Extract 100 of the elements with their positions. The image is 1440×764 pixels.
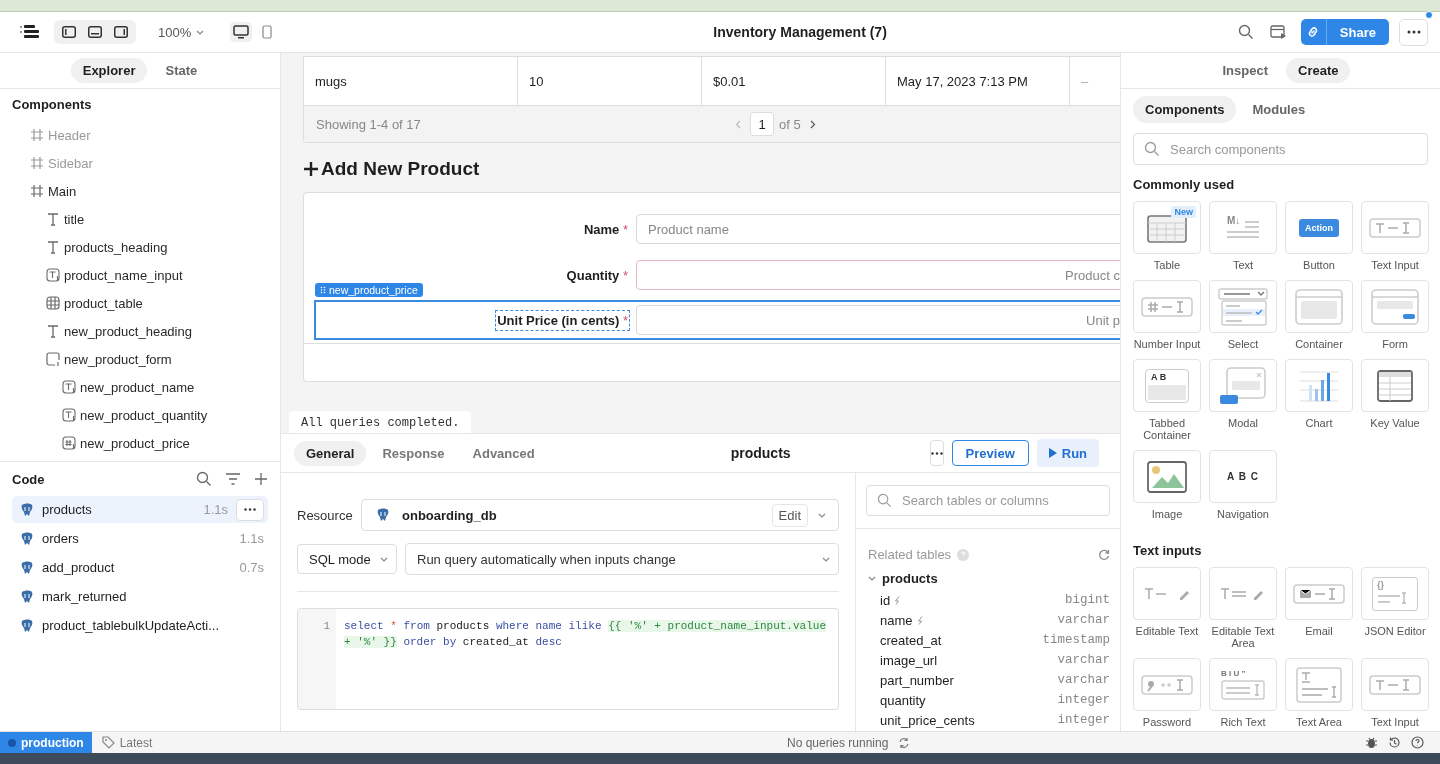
zoom-dropdown[interactable]: 100% (158, 24, 205, 40)
tree-item[interactable]: new_product_price (80, 435, 190, 451)
editor-tab[interactable]: Response (370, 440, 457, 466)
filter-icon[interactable] (225, 473, 241, 485)
desktop-icon[interactable] (230, 22, 253, 42)
refresh-icon[interactable] (898, 736, 911, 749)
query-item[interactable]: add_product 0.7s (12, 554, 268, 581)
component-tile[interactable]: B I U ” (1209, 658, 1277, 711)
help-icon[interactable] (1411, 736, 1424, 749)
resource-select[interactable]: onboarding_db Edit (361, 499, 839, 531)
field-label: Resource (297, 507, 353, 523)
tree-item[interactable]: title (64, 211, 85, 227)
component-tile[interactable] (1133, 567, 1201, 620)
query-name: products (730, 445, 791, 461)
menu-icon[interactable] (20, 24, 40, 40)
drag-handle-icon[interactable] (320, 286, 326, 294)
tree-item[interactable]: new_product_heading (64, 323, 192, 339)
component-tile[interactable] (1361, 658, 1429, 711)
more-button[interactable] (1399, 18, 1428, 46)
next-page-icon[interactable] (809, 119, 816, 129)
more-button[interactable] (236, 498, 264, 521)
preview-button[interactable]: Preview (951, 440, 1029, 466)
right-panel-icon[interactable] (114, 26, 128, 38)
query-item[interactable]: orders 1.1s (12, 525, 268, 552)
page-field[interactable]: 1 (750, 112, 774, 136)
tree-item[interactable]: new_product_name (80, 379, 195, 395)
component-label: Text Area (1296, 716, 1342, 728)
component-tile[interactable] (1361, 359, 1429, 412)
panel-subtab[interactable]: Modules (1240, 96, 1318, 123)
table-tree-item[interactable]: products (868, 570, 1110, 586)
text-input-icon (62, 408, 76, 422)
component-label: Text Input (1371, 716, 1419, 728)
column-name: name (880, 612, 913, 628)
field-label: Unit Price (in cents) * (495, 309, 630, 331)
action-chip: Action (1299, 218, 1339, 237)
tree-item[interactable]: new_product_form (64, 351, 172, 367)
tree-item[interactable]: product_name_input (64, 267, 183, 283)
component-tile[interactable] (1285, 658, 1353, 711)
component-tile[interactable] (1361, 280, 1429, 333)
component-label: Form (1382, 338, 1408, 350)
editor-tab[interactable]: General (294, 440, 367, 466)
mode-select[interactable]: SQL mode (297, 544, 397, 574)
database-icon (20, 618, 34, 633)
more-button[interactable] (929, 440, 944, 466)
add-icon[interactable] (254, 472, 268, 486)
component-tile[interactable] (1133, 450, 1201, 503)
share-button[interactable]: Share (1326, 19, 1389, 45)
query-item[interactable]: mark_returned (12, 583, 268, 610)
input-field[interactable]: Product c (636, 260, 1120, 290)
panel-tab[interactable]: State (153, 58, 210, 83)
component-tile[interactable] (1209, 280, 1277, 333)
run-button[interactable]: Run (1036, 439, 1100, 467)
preview-icon[interactable] (1269, 24, 1287, 40)
component-tile[interactable] (1285, 567, 1353, 620)
bug-icon[interactable] (1365, 736, 1378, 749)
database-icon (20, 531, 34, 546)
tree-item[interactable]: products_heading (64, 239, 168, 255)
environment-badge[interactable]: production (0, 732, 92, 753)
component-tile[interactable] (1133, 280, 1201, 333)
tree-item[interactable]: new_product_quantity (80, 407, 208, 423)
trigger-select[interactable]: Run query automatically when inputs change (405, 543, 839, 575)
component-tile[interactable] (1209, 567, 1277, 620)
link-button[interactable] (1300, 19, 1327, 45)
component-tile[interactable] (1285, 280, 1353, 333)
panel-tab[interactable]: Inspect (1210, 58, 1280, 83)
chevron-down-icon[interactable] (868, 575, 876, 581)
component-tile[interactable] (1133, 658, 1201, 711)
tree-item[interactable]: product_table (64, 295, 143, 311)
panel-tab[interactable]: Create (1286, 58, 1351, 83)
bottom-panel-icon[interactable] (88, 26, 102, 38)
panel-tab[interactable]: Explorer (70, 58, 148, 83)
component-tile[interactable] (1209, 359, 1277, 412)
left-panel-icon[interactable] (62, 26, 76, 38)
component-tile[interactable] (1285, 359, 1353, 412)
component-tile[interactable] (1361, 201, 1429, 254)
code-editor[interactable]: 1 select * from products where name ilike {{ '%' + product_name_input.value + '%' }} order by created_at desc (297, 608, 839, 710)
selection-tag[interactable]: new_product_price (315, 283, 423, 297)
component-tile[interactable]: M↓ (1209, 201, 1277, 254)
frame-icon (30, 156, 44, 170)
bar-chart-icon (1299, 368, 1339, 403)
search-icon[interactable] (1237, 24, 1254, 40)
query-item[interactable]: product_tablebulkUpdateActi... (12, 612, 268, 639)
input-field[interactable]: Product name (636, 214, 1120, 244)
query-item[interactable]: products 1.1s (12, 496, 268, 523)
component-tile[interactable]: A B (1133, 359, 1201, 412)
mobile-icon[interactable] (262, 25, 273, 39)
editor-tab[interactable]: Advanced (460, 440, 547, 466)
input-field[interactable]: Unit p (636, 305, 1120, 335)
search-icon[interactable] (196, 471, 212, 487)
version-tag[interactable]: Latest (101, 735, 153, 750)
component-tile[interactable]: A B C (1209, 450, 1277, 503)
refresh-icon[interactable] (1098, 548, 1110, 561)
component-tile[interactable]: Action (1285, 201, 1353, 254)
component-label: Password (1142, 716, 1192, 728)
text-icon (46, 212, 60, 226)
panel-subtab[interactable]: Components (1133, 96, 1237, 123)
history-icon[interactable] (1388, 736, 1401, 749)
edit-button[interactable]: Edit (771, 503, 808, 527)
tree-item[interactable]: Main (48, 183, 77, 199)
json-editor-icon: {} (1372, 576, 1418, 611)
